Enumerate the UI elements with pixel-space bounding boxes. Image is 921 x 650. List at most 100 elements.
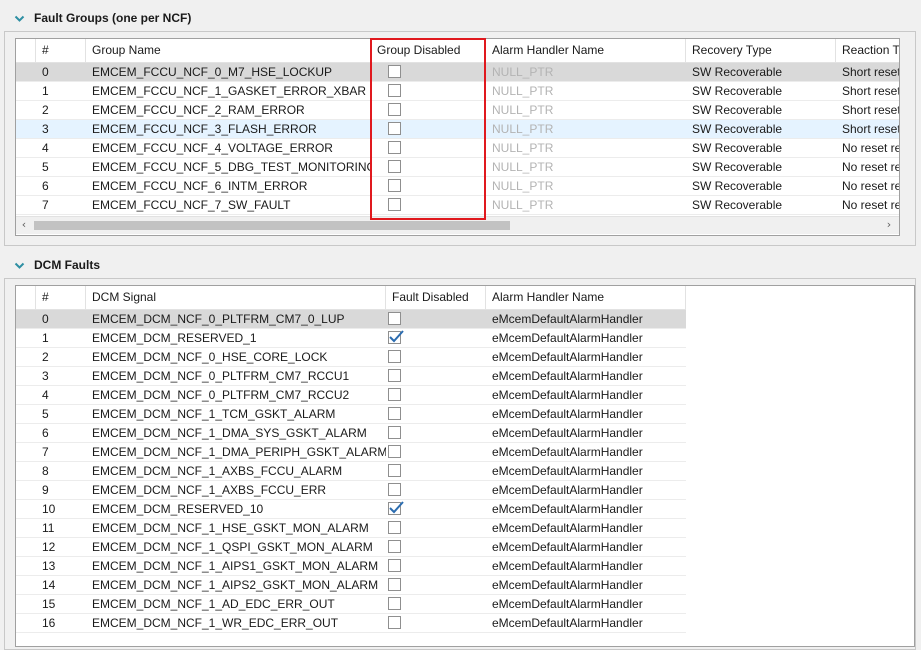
- table-row[interactable]: 11 EMCEM_DCM_NCF_1_HSE_GSKT_MON_ALARM eMce…: [16, 519, 686, 538]
- dcm-signal-cell: EMCEM_DCM_NCF_1_HSE_GSKT_MON_ALARM: [92, 521, 369, 535]
- table-row[interactable]: 13 EMCEM_DCM_NCF_1_AIPS1_GSKT_MON_ALARM eM…: [16, 557, 686, 576]
- dcm-signal-cell: EMCEM_DCM_NCF_1_TCM_GSKT_ALARM: [92, 407, 336, 421]
- table-row[interactable]: 4 EMCEM_DCM_NCF_0_PLTFRM_CM7_RCCU2 eMcemDe…: [16, 386, 686, 405]
- fault-disabled-checkbox[interactable]: [388, 501, 404, 515]
- table-row[interactable]: 3 EMCEM_DCM_NCF_0_PLTFRM_CM7_RCCU1 eMcemDe…: [16, 367, 686, 386]
- fault-disabled-checkbox[interactable]: [388, 330, 404, 344]
- fault-disabled-checkbox[interactable]: [388, 540, 401, 553]
- checkmark-icon: [389, 501, 404, 514]
- dcm-signal-cell: EMCEM_DCM_NCF_1_WR_EDC_ERR_OUT: [92, 616, 339, 630]
- dcm-faults-column-header-spacer: [16, 286, 36, 309]
- fault-disabled-checkbox[interactable]: [388, 483, 401, 496]
- fault-disabled-checkbox[interactable]: [388, 426, 401, 439]
- scroll-right-arrow-icon[interactable]: ›: [883, 219, 895, 231]
- row-number: 8: [42, 464, 49, 478]
- dcm-faults-table: # DCM Signal Fault Disabled Alarm Handler N…: [15, 285, 915, 647]
- alarm-handler-cell: eMcemDefaultAlarmHandler: [492, 407, 643, 421]
- row-number: 0: [42, 312, 49, 326]
- alarm-handler-cell: eMcemDefaultAlarmHandler: [492, 502, 643, 516]
- recovery-type-cell: SW Recoverable: [692, 122, 783, 136]
- fault-disabled-checkbox[interactable]: [388, 369, 401, 382]
- row-number: 3: [42, 122, 49, 136]
- table-row[interactable]: 7 EMCEM_DCM_NCF_1_DMA_PERIPH_GSKT_ALARM eM…: [16, 443, 686, 462]
- row-number: 9: [42, 483, 49, 497]
- table-row[interactable]: 0 EMCEM_DCM_NCF_0_PLTFRM_CM7_0_LUP eMcemDe…: [16, 310, 686, 329]
- dcm-signal-cell: EMCEM_DCM_NCF_1_AD_EDC_ERR_OUT: [92, 597, 335, 611]
- fault-disabled-checkbox[interactable]: [388, 407, 401, 420]
- alarm-handler-cell: eMcemDefaultAlarmHandler: [492, 464, 643, 478]
- fault-disabled-checkbox[interactable]: [388, 350, 401, 363]
- dcm-faults-column-header-3[interactable]: Alarm Handler Name: [486, 286, 686, 309]
- table-row[interactable]: 9 EMCEM_DCM_NCF_1_AXBS_FCCU_ERR eMcemDefau…: [16, 481, 686, 500]
- alarm-handler-cell: eMcemDefaultAlarmHandler: [492, 540, 643, 554]
- dcm-faults-table-header: # DCM Signal Fault Disabled Alarm Handler N…: [16, 286, 686, 310]
- reaction-type-cell: No reset re: [842, 198, 900, 212]
- table-row[interactable]: 5 EMCEM_DCM_NCF_1_TCM_GSKT_ALARM eMcemDefa…: [16, 405, 686, 424]
- alarm-handler-cell: eMcemDefaultAlarmHandler: [492, 369, 643, 383]
- alarm-handler-cell: NULL_PTR: [492, 84, 554, 98]
- row-number: 5: [42, 160, 49, 174]
- alarm-handler-cell: eMcemDefaultAlarmHandler: [492, 597, 643, 611]
- row-number: 11: [42, 521, 55, 535]
- table-row[interactable]: 2 EMCEM_DCM_NCF_0_HSE_CORE_LOCK eMcemDefau…: [16, 348, 686, 367]
- group-name-cell: EMCEM_FCCU_NCF_1_GASKET_ERROR_XBAR: [92, 84, 367, 98]
- alarm-handler-cell: eMcemDefaultAlarmHandler: [492, 578, 643, 592]
- table-row[interactable]: 15 EMCEM_DCM_NCF_1_AD_EDC_ERR_OUT eMcemDef…: [16, 595, 686, 614]
- chevron-down-icon[interactable]: [14, 260, 25, 271]
- fault-disabled-checkbox[interactable]: [388, 464, 401, 477]
- table-row[interactable]: 14 EMCEM_DCM_NCF_1_AIPS2_GSKT_MON_ALARM eM…: [16, 576, 686, 595]
- table-row[interactable]: 8 EMCEM_DCM_NCF_1_AXBS_FCCU_ALARM eMcemDef…: [16, 462, 686, 481]
- fault-groups-column-header-4[interactable]: Recovery Type: [686, 39, 836, 62]
- group-name-cell: EMCEM_FCCU_NCF_7_SW_FAULT: [92, 198, 291, 212]
- recovery-type-cell: SW Recoverable: [692, 160, 783, 174]
- fault-disabled-checkbox[interactable]: [388, 578, 401, 591]
- dcm-faults-column-header-0[interactable]: #: [36, 286, 86, 309]
- scrollbar-thumb[interactable]: [34, 221, 510, 230]
- dcm-faults-section-header[interactable]: DCM Faults: [0, 254, 921, 276]
- alarm-handler-cell: eMcemDefaultAlarmHandler: [492, 331, 643, 345]
- fault-groups-column-header-1[interactable]: Group Name: [86, 39, 371, 62]
- dcm-signal-cell: EMCEM_DCM_NCF_1_DMA_SYS_GSKT_ALARM: [92, 426, 367, 440]
- alarm-handler-cell: NULL_PTR: [492, 198, 554, 212]
- group-name-cell: EMCEM_FCCU_NCF_4_VOLTAGE_ERROR: [92, 141, 333, 155]
- fault-disabled-checkbox[interactable]: [388, 388, 401, 401]
- row-number: 15: [42, 597, 56, 611]
- fault-groups-section-header[interactable]: Fault Groups (one per NCF): [0, 7, 921, 29]
- reaction-type-cell: No reset re: [842, 160, 900, 174]
- row-number: 10: [42, 502, 56, 516]
- fault-disabled-checkbox[interactable]: [388, 312, 401, 325]
- row-number: 0: [42, 65, 49, 79]
- fault-disabled-checkbox[interactable]: [388, 521, 401, 534]
- alarm-handler-cell: eMcemDefaultAlarmHandler: [492, 483, 643, 497]
- scroll-left-arrow-icon[interactable]: ‹: [18, 219, 30, 231]
- dcm-signal-cell: EMCEM_DCM_NCF_1_AIPS2_GSKT_MON_ALARM: [92, 578, 379, 592]
- table-row[interactable]: 16 EMCEM_DCM_NCF_1_WR_EDC_ERR_OUT eMcemDef…: [16, 614, 686, 633]
- fault-groups-column-header-5[interactable]: Reaction Type: [836, 39, 899, 62]
- dcm-faults-column-header-1[interactable]: DCM Signal: [86, 286, 386, 309]
- fault-groups-column-header-3[interactable]: Alarm Handler Name: [486, 39, 686, 62]
- group-name-cell: EMCEM_FCCU_NCF_2_RAM_ERROR: [92, 103, 305, 117]
- reaction-type-cell: Short reset: [842, 84, 900, 98]
- table-row[interactable]: 1 EMCEM_DCM_RESERVED_1 eMcemDefaultAlarmHa…: [16, 329, 686, 348]
- alarm-handler-cell: eMcemDefaultAlarmHandler: [492, 616, 643, 630]
- table-row[interactable]: 12 EMCEM_DCM_NCF_1_QSPI_GSKT_MON_ALARM eMc…: [16, 538, 686, 557]
- table-row[interactable]: 6 EMCEM_DCM_NCF_1_DMA_SYS_GSKT_ALARM eMcem…: [16, 424, 686, 443]
- dcm-signal-cell: EMCEM_DCM_NCF_1_AXBS_FCCU_ALARM: [92, 464, 343, 478]
- fault-disabled-checkbox[interactable]: [388, 445, 401, 458]
- recovery-type-cell: SW Recoverable: [692, 103, 783, 117]
- fault-disabled-checkbox[interactable]: [388, 616, 401, 629]
- row-number: 3: [42, 369, 49, 383]
- table-row[interactable]: 10 EMCEM_DCM_RESERVED_10 eMcemDefaultAlarm…: [16, 500, 686, 519]
- dcm-signal-cell: EMCEM_DCM_NCF_0_HSE_CORE_LOCK: [92, 350, 328, 364]
- fault-disabled-checkbox[interactable]: [388, 559, 401, 572]
- fault-disabled-checkbox[interactable]: [388, 597, 401, 610]
- chevron-down-icon[interactable]: [14, 13, 25, 24]
- dcm-faults-title: DCM Faults: [34, 258, 100, 272]
- row-number: 1: [42, 84, 49, 98]
- reaction-type-cell: No reset re: [842, 179, 900, 193]
- alarm-handler-cell: NULL_PTR: [492, 103, 554, 117]
- alarm-handler-cell: NULL_PTR: [492, 141, 554, 155]
- fault-groups-column-header-0[interactable]: #: [36, 39, 86, 62]
- row-number: 7: [42, 198, 49, 212]
- dcm-faults-column-header-2[interactable]: Fault Disabled: [386, 286, 486, 309]
